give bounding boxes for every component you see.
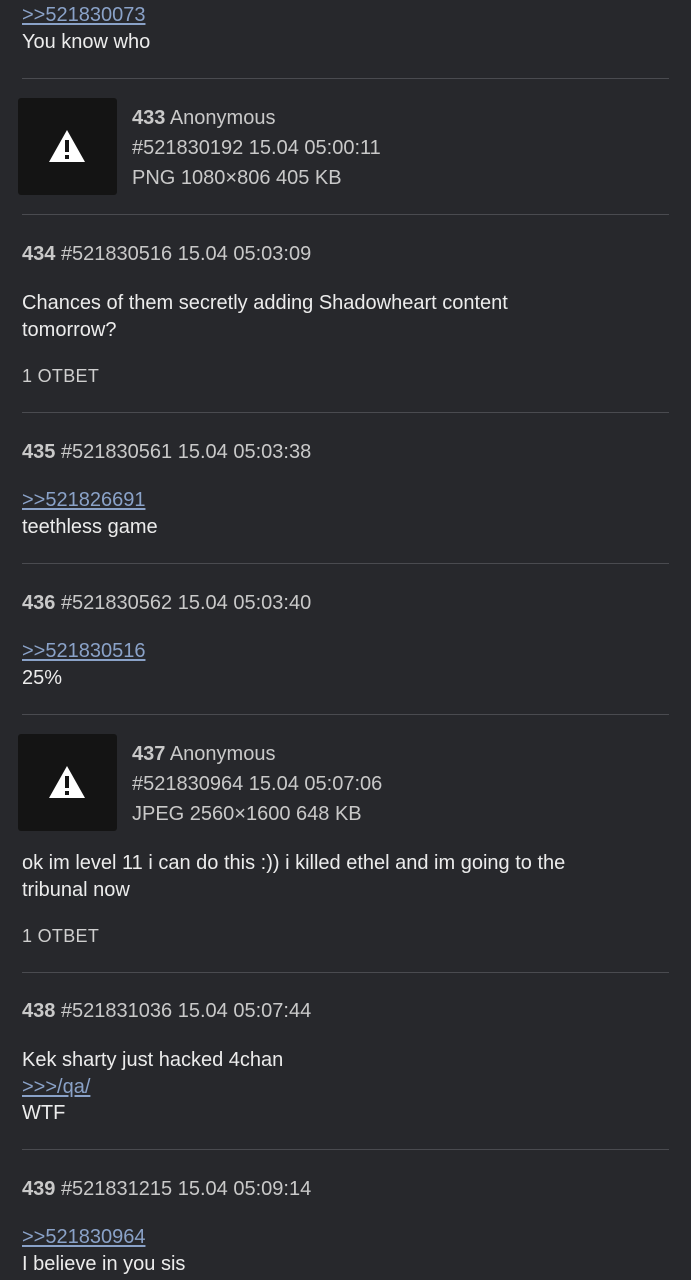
post-date: 15.04 xyxy=(177,243,228,265)
post-434-text-line: Chances of them secretly adding Shadowhe… xyxy=(22,292,508,314)
post-number[interactable]: 433 xyxy=(132,107,165,129)
post-437-file-info: JPEG 2560×1600 648 KB xyxy=(132,803,362,825)
post-438-header: 438 #521831036 15.04 05:07:44 xyxy=(22,1000,311,1023)
post-date: 15.04 xyxy=(177,441,228,463)
post-435-quote-link[interactable]: >>521826691 xyxy=(22,489,145,512)
post-number[interactable]: 436 xyxy=(22,592,55,614)
post-date: 15.04 xyxy=(177,1178,228,1200)
post-time: 05:07:44 xyxy=(233,1000,312,1022)
post-divider xyxy=(22,714,669,715)
post-id[interactable]: #521830561 xyxy=(61,441,172,463)
post-divider xyxy=(22,972,669,973)
post-number[interactable]: 438 xyxy=(22,1000,55,1022)
post-author: Anonymous xyxy=(169,743,276,765)
post-date: 15.04 xyxy=(248,137,299,159)
post-438-text-line: WTF xyxy=(22,1102,66,1124)
warning-icon xyxy=(49,766,85,798)
post-number[interactable]: 439 xyxy=(22,1178,55,1200)
post-date: 15.04 xyxy=(248,773,299,795)
post-433-file-info: PNG 1080×806 405 KB xyxy=(132,167,342,189)
post-436-quote-link[interactable]: >>521830516 xyxy=(22,640,145,663)
post-divider xyxy=(22,78,669,79)
post-434-replies-button[interactable]: 1 ОТВЕТ xyxy=(22,366,99,387)
post-time: 05:00:11 xyxy=(304,137,381,159)
post-id[interactable]: #521831036 xyxy=(61,1000,172,1022)
post-436-header: 436 #521830562 15.04 05:03:40 xyxy=(22,592,311,615)
post-435-text: teethless game xyxy=(22,516,158,538)
post-433-id-line: #521830192 15.04 05:00:11 xyxy=(132,137,381,160)
post-437-id-line: #521830964 15.04 05:07:06 xyxy=(132,773,382,796)
post-number[interactable]: 434 xyxy=(22,243,55,265)
post-437-text-line: ok im level 11 i can do this :)) i kille… xyxy=(22,852,566,874)
post-author: Anonymous xyxy=(169,107,276,129)
post-438-text-line: Kek sharty just hacked 4chan xyxy=(22,1049,284,1071)
post-437-header: 437 Anonymous xyxy=(132,743,275,766)
post-date: 15.04 xyxy=(177,1000,228,1022)
post-number[interactable]: 437 xyxy=(132,743,165,765)
post-id[interactable]: #521831215 xyxy=(61,1178,172,1200)
post-439-header: 439 #521831215 15.04 05:09:14 xyxy=(22,1178,311,1201)
post-divider xyxy=(22,214,669,215)
post-439-text: I believe in you sis xyxy=(22,1253,186,1275)
post-437-replies-button[interactable]: 1 ОТВЕТ xyxy=(22,926,99,947)
post-437-thumbnail[interactable] xyxy=(18,734,117,831)
post-time: 05:07:06 xyxy=(304,773,383,795)
post-time: 05:09:14 xyxy=(233,1178,312,1200)
post-438-board-link[interactable]: >>>/qa/ xyxy=(22,1076,90,1099)
post-divider xyxy=(22,563,669,564)
post-433-header: 433 Anonymous xyxy=(132,107,275,130)
post-time: 05:03:38 xyxy=(233,441,312,463)
post-id[interactable]: #521830192 xyxy=(132,137,243,159)
post-437-text-line: tribunal now xyxy=(22,879,130,901)
post-436-text: 25% xyxy=(22,667,63,689)
post-433-thumbnail[interactable] xyxy=(18,98,117,195)
post-time: 05:03:09 xyxy=(233,243,312,265)
post-435-header: 435 #521830561 15.04 05:03:38 xyxy=(22,441,311,464)
post-434-header: 434 #521830516 15.04 05:03:09 xyxy=(22,243,311,266)
post-439-quote-link[interactable]: >>521830964 xyxy=(22,1226,145,1249)
post-number[interactable]: 435 xyxy=(22,441,55,463)
post-434-text-line: tomorrow? xyxy=(22,319,117,341)
post-id[interactable]: #521830516 xyxy=(61,243,172,265)
post-divider xyxy=(22,412,669,413)
post-time: 05:03:40 xyxy=(233,592,312,614)
post-date: 15.04 xyxy=(177,592,228,614)
warning-icon xyxy=(49,130,85,162)
post-id[interactable]: #521830964 xyxy=(132,773,243,795)
post-divider xyxy=(22,1149,669,1150)
post-quote-link[interactable]: >>521830073 xyxy=(22,4,145,27)
post-text: You know who xyxy=(22,31,151,53)
post-id[interactable]: #521830562 xyxy=(61,592,172,614)
